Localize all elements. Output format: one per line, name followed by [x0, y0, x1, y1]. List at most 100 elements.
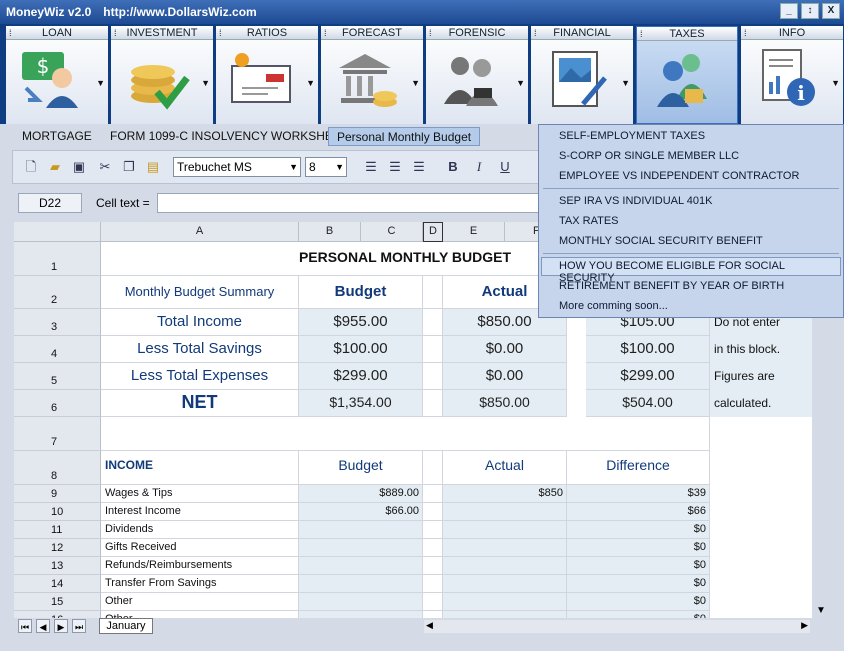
col-header-e[interactable]: E [443, 222, 505, 242]
income-actual-cell[interactable] [443, 575, 567, 593]
row-header-6[interactable]: 6 [14, 390, 101, 417]
paste-icon[interactable]: ▤ [145, 159, 161, 175]
col-header-c[interactable]: C [361, 222, 423, 242]
income-label-cell[interactable]: Dividends [101, 521, 299, 539]
row-header-8[interactable]: 8 [14, 451, 101, 485]
row-header-7[interactable]: 7 [14, 417, 101, 451]
first-sheet-icon[interactable]: ⏮ [18, 619, 32, 633]
net-diff[interactable]: $504.00 [586, 390, 710, 417]
underline-button[interactable]: U [497, 159, 513, 175]
cell-d8[interactable] [423, 451, 443, 485]
cell-d6[interactable] [423, 390, 443, 417]
ribbon-forensic[interactable]: ⁞ FORENSIC ▼ [426, 26, 528, 124]
cell-name-box[interactable]: D22 [18, 193, 82, 213]
sheet-tab-january[interactable]: January [99, 618, 153, 634]
total-income-label[interactable]: Total Income [101, 309, 299, 336]
income-diff-cell[interactable]: $39 [567, 485, 710, 503]
savings-actual[interactable]: $0.00 [443, 336, 567, 363]
tab-1099c[interactable]: FORM 1099-C INSOLVENCY WORKSHEET [102, 127, 356, 146]
ribbon-forecast[interactable]: ⁞ FORECAST ▼ [321, 26, 423, 124]
align-left-icon[interactable]: ☰ [363, 159, 379, 175]
row-header-15[interactable]: 15 [14, 593, 101, 611]
prev-sheet-icon[interactable]: ◀ [36, 619, 50, 633]
row-header-9[interactable]: 9 [14, 485, 101, 503]
income-budget-cell[interactable]: $889.00 [299, 485, 423, 503]
font-select[interactable]: Trebuchet MS ▼ [173, 157, 301, 177]
scroll-right-icon[interactable]: ▶ [801, 620, 808, 631]
income-actual-cell[interactable] [443, 539, 567, 557]
ribbon-investment[interactable]: ⁞ INVESTMENT ▼ [111, 26, 213, 124]
income-blank-cell[interactable] [423, 575, 443, 593]
menu-item-social-security-benefit[interactable]: MONTHLY SOCIAL SECURITY BENEFIT [559, 235, 763, 247]
income-blank-cell[interactable] [423, 593, 443, 611]
cell-text-input[interactable] [157, 193, 542, 213]
income-label-cell[interactable]: Refunds/Reimbursements [101, 557, 299, 575]
savings-label[interactable]: Less Total Savings [101, 336, 299, 363]
income-budget-cell[interactable] [299, 521, 423, 539]
income-budget-cell[interactable] [299, 557, 423, 575]
menu-item-s-corp[interactable]: S-CORP OR SINGLE MEMBER LLC [559, 150, 739, 162]
next-sheet-icon[interactable]: ▶ [54, 619, 68, 633]
income-actual-cell[interactable] [443, 521, 567, 539]
copy-icon[interactable]: ❐ [121, 159, 137, 175]
income-budget-header[interactable]: Budget [299, 451, 423, 485]
income-blank-cell[interactable] [423, 557, 443, 575]
income-actual-cell[interactable] [443, 557, 567, 575]
row-header-4[interactable]: 4 [14, 336, 101, 363]
income-diff-cell[interactable]: $0 [567, 521, 710, 539]
row-header-2[interactable]: 2 [14, 276, 101, 309]
income-label-cell[interactable]: Other [101, 593, 299, 611]
new-icon[interactable]: 🗋 [23, 159, 39, 175]
total-income-budget[interactable]: $955.00 [299, 309, 423, 336]
income-budget-cell[interactable]: $66.00 [299, 503, 423, 521]
menu-item-tax-rates[interactable]: TAX RATES [559, 215, 619, 227]
minimize-button[interactable]: _ [780, 3, 798, 19]
savings-diff[interactable]: $100.00 [586, 336, 710, 363]
income-blank-cell[interactable] [423, 503, 443, 521]
expenses-diff[interactable]: $299.00 [586, 363, 710, 390]
income-blank-cell[interactable] [423, 521, 443, 539]
menu-item-self-employment[interactable]: SELF-EMPLOYMENT TAXES [559, 130, 705, 142]
align-right-icon[interactable]: ☰ [411, 159, 427, 175]
row-header-3[interactable]: 3 [14, 309, 101, 336]
font-size-select[interactable]: 8 ▼ [305, 157, 347, 177]
save-icon[interactable]: ▣ [71, 159, 87, 175]
italic-button[interactable]: I [471, 159, 487, 175]
income-budget-cell[interactable] [299, 593, 423, 611]
bold-button[interactable]: B [445, 159, 461, 175]
scroll-left-icon[interactable]: ◀ [426, 620, 433, 631]
ribbon-ratios[interactable]: ⁞ RATIOS ▼ [216, 26, 318, 124]
open-icon[interactable]: ▰ [47, 159, 63, 175]
income-diff-cell[interactable]: $0 [567, 575, 710, 593]
cell-d5[interactable] [423, 363, 443, 390]
income-label-cell[interactable]: Wages & Tips [101, 485, 299, 503]
align-center-icon[interactable]: ☰ [387, 159, 403, 175]
menu-item-sep-ira[interactable]: SEP IRA VS INDIVIDUAL 401K [559, 195, 712, 207]
col-header-b[interactable]: B [299, 222, 361, 242]
income-actual-cell[interactable]: $850 [443, 485, 567, 503]
tab-mortgage[interactable]: MORTGAGE [14, 127, 100, 146]
row-header-13[interactable]: 13 [14, 557, 101, 575]
scroll-down-icon[interactable]: ▼ [816, 605, 826, 616]
income-blank-cell[interactable] [423, 539, 443, 557]
row-header-14[interactable]: 14 [14, 575, 101, 593]
savings-budget[interactable]: $100.00 [299, 336, 423, 363]
income-blank-cell[interactable] [423, 485, 443, 503]
row-header-1[interactable]: 1 [14, 242, 101, 276]
expenses-label[interactable]: Less Total Expenses [101, 363, 299, 390]
tab-personal-budget[interactable]: Personal Monthly Budget [328, 127, 481, 146]
ribbon-loan[interactable]: ⁞ LOAN $ ▼ [6, 26, 108, 124]
expenses-actual[interactable]: $0.00 [443, 363, 567, 390]
corner-cell[interactable] [14, 222, 101, 242]
cell-d3[interactable] [423, 309, 443, 336]
restore-button[interactable]: ↕ [801, 3, 819, 19]
income-actual-header[interactable]: Actual [443, 451, 567, 485]
close-button[interactable]: X [822, 3, 840, 19]
income-diff-cell[interactable]: $66 [567, 503, 710, 521]
income-diff-cell[interactable]: $0 [567, 557, 710, 575]
ribbon-taxes[interactable]: ⁞TAXES ▼ [636, 26, 751, 124]
cut-icon[interactable]: ✂ [97, 159, 113, 175]
income-label-cell[interactable]: Transfer From Savings [101, 575, 299, 593]
income-header[interactable]: INCOME [101, 451, 299, 485]
menu-item-retirement-benefit[interactable]: RETIREMENT BENEFIT BY YEAR OF BIRTH [559, 280, 784, 292]
